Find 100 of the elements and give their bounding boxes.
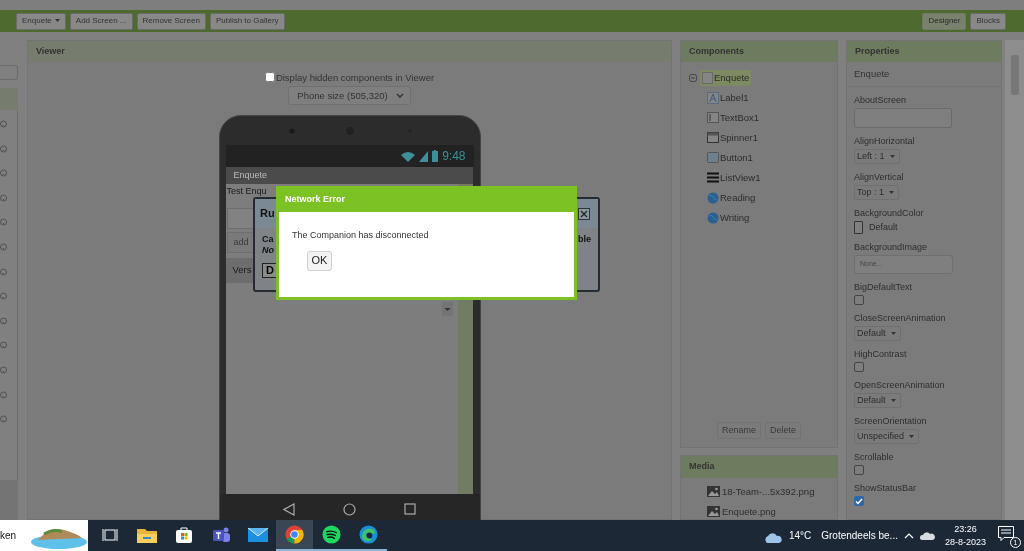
- clock-time[interactable]: 23:26: [954, 523, 977, 536]
- app-title-bar: Enquete: [225, 167, 473, 185]
- toolbar-button[interactable]: Remove Screen: [136, 12, 206, 30]
- dialog-text: ble: [578, 234, 591, 246]
- tree-item[interactable]: TextBox1: [705, 110, 762, 126]
- property-label: Scrollable: [854, 452, 894, 463]
- help-icon[interactable]: [0, 341, 7, 350]
- panel-title: Viewer: [28, 41, 671, 62]
- view-tab[interactable]: Designer: [922, 12, 967, 30]
- help-icon[interactable]: [0, 144, 7, 153]
- recent-apps-icon[interactable]: [403, 503, 416, 516]
- checkbox[interactable]: [854, 496, 864, 506]
- help-icon[interactable]: [0, 193, 7, 202]
- property-dropdown[interactable]: Default: [854, 326, 901, 341]
- back-icon[interactable]: [283, 502, 296, 516]
- checkbox-label: Display hidden components in Viewer: [275, 71, 435, 84]
- chevron-up-icon[interactable]: [903, 532, 914, 539]
- help-icon[interactable]: [0, 267, 7, 276]
- temperature-text[interactable]: 14°C: [788, 529, 812, 542]
- tree-item[interactable]: Reading: [705, 190, 758, 206]
- help-icon[interactable]: [0, 415, 7, 424]
- image-icon: [707, 486, 720, 497]
- caret-icon: [890, 331, 896, 336]
- panel-title: Media: [681, 456, 837, 478]
- close-icon[interactable]: [578, 207, 590, 220]
- screen-icon: [702, 72, 713, 84]
- help-icon[interactable]: [0, 169, 7, 178]
- help-icon[interactable]: [0, 292, 7, 301]
- dialog-message: The Companion has disconnected: [292, 230, 429, 241]
- property-label: HighContrast: [854, 349, 907, 360]
- checkbox[interactable]: [854, 465, 864, 475]
- ok-button[interactable]: OK: [307, 250, 332, 271]
- wifi-icon: [401, 150, 416, 162]
- cloud-icon[interactable]: [919, 531, 935, 540]
- people-icon: [210, 525, 231, 544]
- search-box[interactable]: ken: [0, 520, 88, 551]
- signal-icon: [419, 150, 429, 162]
- phone-size-dropdown[interactable]: Phone size (505,320): [288, 86, 411, 106]
- browser-icon: [285, 525, 304, 544]
- dialog-title: Ru: [260, 206, 275, 221]
- property-label: AlignVertical: [854, 172, 904, 183]
- media-file[interactable]: 18-Team-...5x392.png: [707, 484, 837, 499]
- property-label: OpenScreenAnimation: [854, 380, 945, 391]
- browser-swirl-icon: [359, 525, 378, 544]
- panel-title: Properties: [847, 41, 1001, 62]
- button-icon: [707, 152, 719, 164]
- store-icon: [174, 525, 193, 544]
- panel-title: Components: [681, 41, 837, 62]
- weather-summary[interactable]: Grotendeels be...: [821, 529, 898, 542]
- help-icon[interactable]: [0, 120, 7, 128]
- property-label: AboutScreen: [854, 95, 907, 106]
- chevron-icon: [395, 93, 404, 99]
- battery-icon: [432, 150, 439, 163]
- help-icon[interactable]: [0, 316, 7, 325]
- clock-date[interactable]: 28-8-2023: [944, 535, 986, 548]
- checkbox[interactable]: [854, 362, 864, 372]
- tree-item[interactable]: ListView1: [705, 170, 763, 186]
- property-label: ShowStatusBar: [854, 483, 917, 494]
- toolbar-button[interactable]: Add Screen ...: [69, 12, 133, 30]
- home-icon[interactable]: [343, 502, 356, 516]
- property-label: BigDefaultText: [854, 282, 913, 293]
- property-label: BackgroundImage: [854, 242, 928, 253]
- textbox-icon: [707, 112, 719, 124]
- tree-item[interactable]: Spinner1: [705, 130, 761, 146]
- task-view-icon: [101, 527, 118, 542]
- caret-icon: [889, 154, 895, 159]
- scrollbar[interactable]: [1005, 40, 1024, 520]
- label-text: Test Enqu: [225, 186, 267, 197]
- checkbox[interactable]: [854, 295, 864, 305]
- help-icon[interactable]: [0, 242, 7, 251]
- checkbox[interactable]: [264, 72, 275, 83]
- toolbar-button[interactable]: Publish to Gallery: [209, 12, 285, 30]
- image-icon: [707, 506, 720, 517]
- property-label: BackgroundColor: [854, 208, 924, 219]
- media-file[interactable]: Enquete.png: [707, 504, 837, 519]
- globe-icon: [707, 212, 719, 224]
- caret-icon: [54, 19, 60, 23]
- collapse-toggle-icon[interactable]: [689, 74, 697, 82]
- tree-item[interactable]: Button1: [705, 150, 755, 166]
- property-dropdown[interactable]: Top : 1: [854, 185, 900, 200]
- property-dropdown[interactable]: Default: [854, 393, 901, 408]
- music-icon: [322, 525, 341, 544]
- property-dropdown[interactable]: Unspecified: [854, 429, 920, 444]
- help-icon[interactable]: [0, 218, 7, 227]
- screen-dropdown[interactable]: Enquete: [16, 12, 66, 30]
- caret-icon: [890, 398, 896, 403]
- color-value: Default: [869, 222, 898, 233]
- property-label: AlignHorizontal: [854, 136, 915, 147]
- tree-item[interactable]: Enquete: [700, 70, 752, 86]
- help-icon[interactable]: [0, 365, 7, 374]
- property-dropdown[interactable]: Left : 1: [854, 149, 900, 164]
- globe-icon: [707, 192, 719, 204]
- property-label: CloseScreenAnimation: [854, 313, 946, 324]
- color-swatch[interactable]: [854, 221, 863, 234]
- spinner-icon: [707, 132, 719, 144]
- tree-item[interactable]: Writing: [705, 210, 752, 226]
- tree-item[interactable]: Label1: [705, 90, 751, 106]
- dialog-text: Ca: [262, 234, 275, 245]
- view-tab[interactable]: Blocks: [970, 12, 1006, 30]
- help-icon[interactable]: [0, 390, 7, 399]
